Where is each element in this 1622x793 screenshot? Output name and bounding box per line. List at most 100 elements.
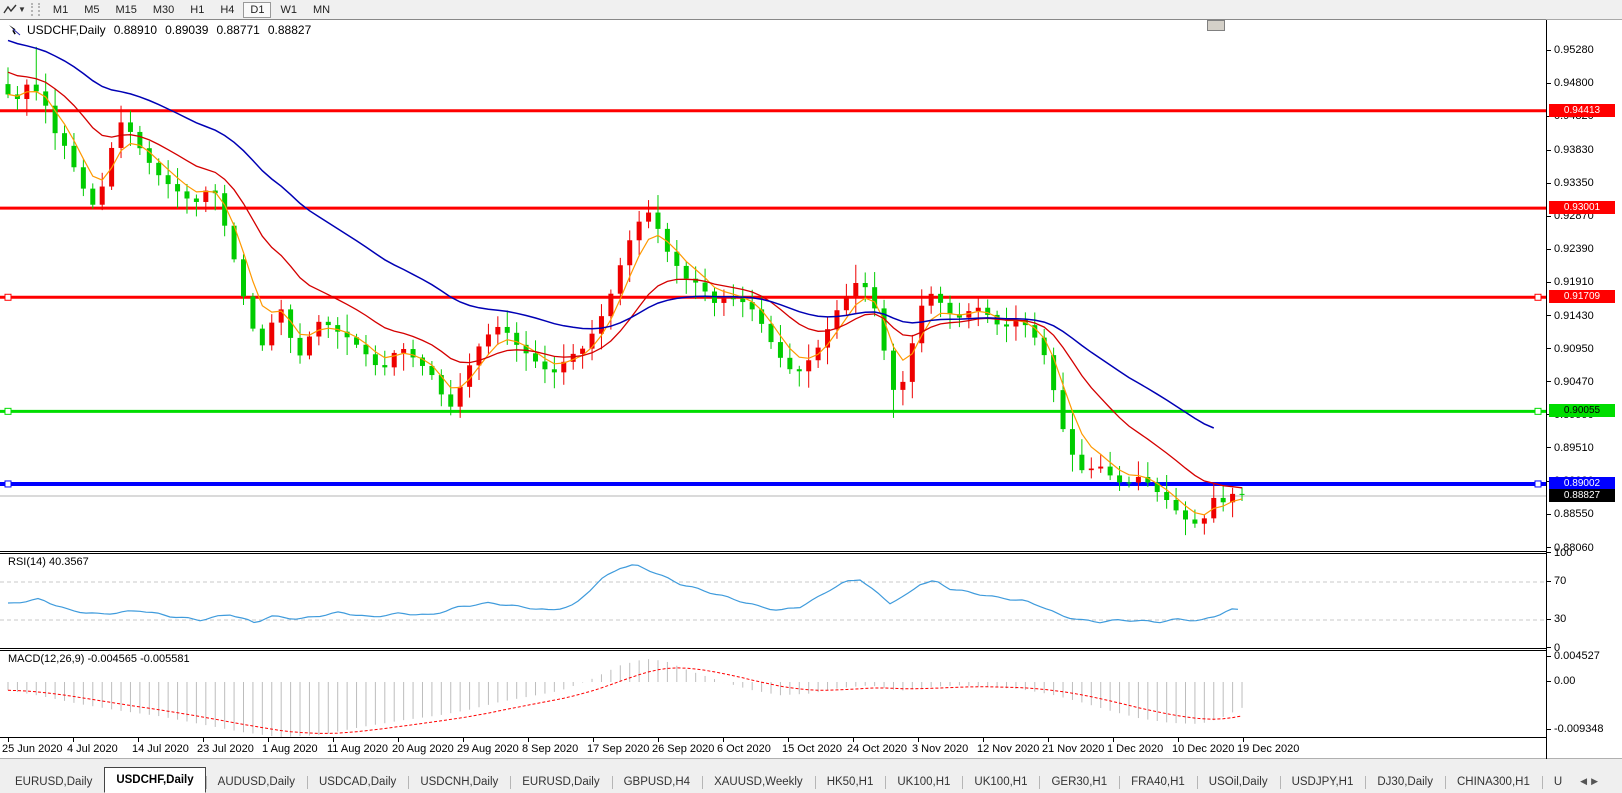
chart-tab[interactable]: USDCNH,Daily [408,771,510,793]
date-tick [1048,738,1049,742]
chart-tab[interactable]: GER30,H1 [1039,771,1119,793]
date-tick [853,738,854,742]
price-tick: 0.92390 [1547,243,1622,255]
macd-indicator-panel[interactable] [0,650,1546,737]
chart-tab[interactable]: XAUUSD,Weekly [702,771,815,793]
main-price-chart[interactable] [0,0,1546,553]
date-label: 8 Sep 2020 [522,743,578,755]
date-label: 1 Dec 2020 [1107,743,1163,755]
date-label: 3 Nov 2020 [912,743,968,755]
date-label: 25 Jun 2020 [2,743,63,755]
chart-tab[interactable]: DJ30,Daily [1365,771,1445,793]
panel-divider[interactable] [0,551,1546,552]
hline-price-label: 0.94413 [1549,104,1615,117]
date-label: 21 Nov 2020 [1042,743,1104,755]
date-label: 17 Sep 2020 [587,743,649,755]
chart-tab[interactable]: EURUSD,Daily [3,771,104,793]
price-tick: 0.93830 [1547,144,1622,156]
date-tick [1243,738,1244,742]
rsi-indicator-panel[interactable] [0,553,1546,648]
price-tick: 0.94800 [1547,77,1622,89]
date-label: 6 Oct 2020 [717,743,771,755]
chart-tab[interactable]: UK100,H1 [885,771,962,793]
chart-tab[interactable]: USOil,Daily [1197,771,1280,793]
panel-divider[interactable] [0,648,1546,649]
date-tick [528,738,529,742]
price-axis[interactable]: 0.952800.948000.943200.938300.933500.928… [1547,20,1622,758]
chart-tab[interactable]: USDCAD,Daily [307,771,408,793]
date-tick [1113,738,1114,742]
date-label: 10 Dec 2020 [1172,743,1234,755]
date-tick [8,738,9,742]
tab-scroll-left-icon[interactable]: ◀ [1580,776,1591,786]
chart-tab[interactable]: FRA40,H1 [1119,771,1197,793]
tab-scroll-right-icon[interactable]: ▶ [1591,776,1602,786]
date-label: 1 Aug 2020 [262,743,318,755]
price-tick: 0.88550 [1547,508,1622,520]
panel-divider [0,19,1546,20]
date-tick [73,738,74,742]
date-tick [593,738,594,742]
price-tick: 0.91430 [1547,310,1622,322]
mt4-window: ▼ M1M5M15M30H1H4D1W1MN USDCHF,Daily 0.88… [0,0,1622,793]
date-tick [138,738,139,742]
chart-tab[interactable]: U [1542,771,1574,793]
date-tick [398,738,399,742]
rsi-axis-label: 100 [1547,547,1622,559]
date-label: 14 Jul 2020 [132,743,189,755]
ohlc-open: 0.88910 [114,23,157,37]
hline-price-label: 0.93001 [1549,201,1615,214]
tab-scroll-arrows: ◀▶ [1580,776,1602,787]
rsi-label: RSI(14) 40.3567 [8,556,89,568]
panel-divider [0,650,1546,651]
chart-tab[interactable]: AUDUSD,Daily [206,771,307,793]
price-tick: 0.93350 [1547,177,1622,189]
date-label: 19 Dec 2020 [1237,743,1299,755]
date-label: 4 Jul 2020 [67,743,118,755]
date-label: 24 Oct 2020 [847,743,907,755]
date-label: 20 Aug 2020 [392,743,454,755]
date-tick [333,738,334,742]
chart-tab[interactable]: HK50,H1 [815,771,886,793]
price-tick: 0.90950 [1547,343,1622,355]
hline-price-label: 0.90055 [1549,404,1615,417]
macd-label: MACD(12,26,9) -0.004565 -0.005581 [8,653,190,665]
chart-tab[interactable]: USDCHF,Daily [104,767,205,793]
macd-axis-label: 0.00 [1547,675,1622,687]
current-price-label: 0.88827 [1549,489,1615,502]
date-label: 23 Jul 2020 [197,743,254,755]
date-label: 11 Aug 2020 [327,743,388,755]
date-label: 15 Oct 2020 [782,743,842,755]
scrollbar-thumb[interactable] [1207,20,1225,31]
ohlc-close: 0.88827 [268,23,311,37]
chart-tab[interactable]: EURUSD,Daily [510,771,611,793]
chart-tab[interactable]: UK100,H1 [962,771,1039,793]
rsi-axis-label: 70 [1547,575,1622,587]
hline-price-label: 0.89002 [1549,477,1615,490]
chart-pointer-icon [8,24,21,36]
chart-title: USDCHF,Daily 0.88910 0.89039 0.88771 0.8… [8,23,311,37]
panel-divider [0,553,1546,554]
price-tick: 0.89510 [1547,442,1622,454]
chart-tab-bar: EURUSD,DailyUSDCHF,DailyAUDUSD,DailyUSDC… [0,759,1622,793]
date-tick [463,738,464,742]
chart-tab[interactable]: GBPUSD,H4 [612,771,702,793]
date-label: 26 Sep 2020 [652,743,714,755]
date-tick [918,738,919,742]
date-tick [658,738,659,742]
date-tick [1178,738,1179,742]
chart-tab[interactable]: CHINA300,H1 [1445,771,1542,793]
chart-tabs: EURUSD,DailyUSDCHF,DailyAUDUSD,DailyUSDC… [3,765,1574,793]
ohlc-high: 0.89039 [165,23,208,37]
date-tick [788,738,789,742]
ohlc-low: 0.88771 [216,23,259,37]
date-label: 29 Aug 2020 [457,743,519,755]
rsi-axis-label: 30 [1547,613,1622,625]
price-tick: 0.91910 [1547,276,1622,288]
macd-axis-label: -0.009348 [1547,723,1622,735]
date-axis[interactable]: 25 Jun 2020 4 Jul 2020 14 Jul 2020 23 Jul 2… [0,738,1546,758]
chart-tab[interactable]: USDJPY,H1 [1280,771,1366,793]
date-tick [268,738,269,742]
date-tick [203,738,204,742]
date-tick [983,738,984,742]
